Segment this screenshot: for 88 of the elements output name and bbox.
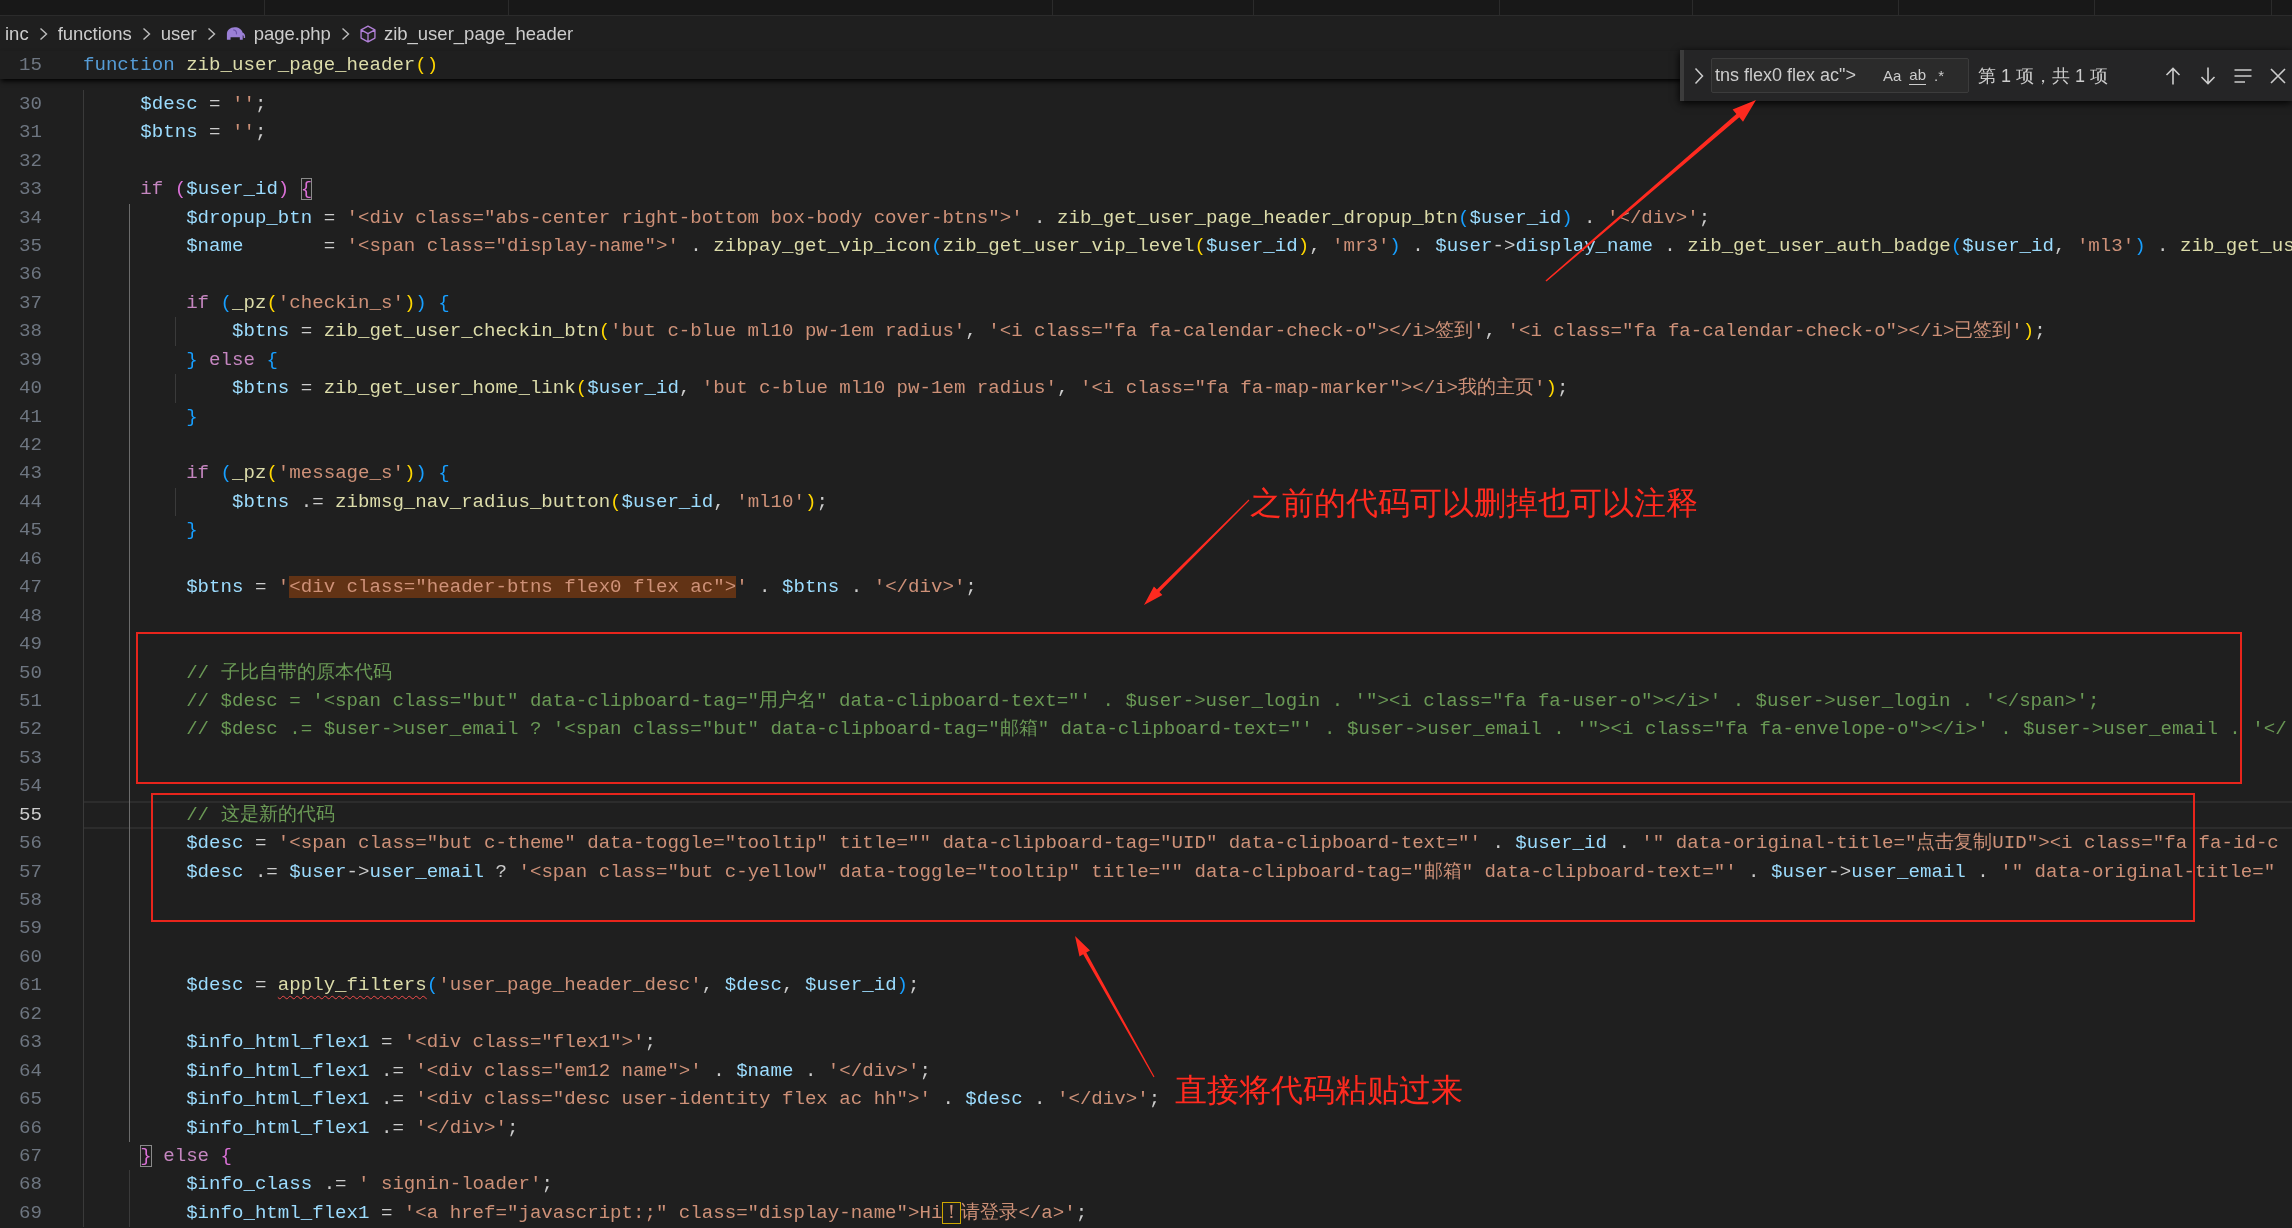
code-line: $desc = ''; — [140, 92, 267, 115]
line-number: 41 — [19, 405, 42, 428]
code-line: $info_html_flex1 .= '<div class="em12 name">' . $name . '</div>'; — [186, 1059, 931, 1082]
line-number: 64 — [19, 1059, 42, 1082]
line-number: 47 — [19, 576, 42, 599]
line-number: 39 — [19, 348, 42, 371]
chevron-right-icon[interactable] — [1694, 66, 1704, 85]
line-number: 69 — [19, 1201, 42, 1224]
code-line: $info_html_flex1 .= '</div>'; — [186, 1116, 519, 1139]
line-number: 57 — [19, 860, 42, 883]
line-number: 67 — [19, 1145, 42, 1167]
line-number: 36 — [19, 263, 42, 286]
line-number: 48 — [19, 604, 42, 627]
code-line: $info_class .= ' signin-loader'; — [186, 1173, 553, 1196]
line-number: 45 — [19, 519, 42, 542]
line-number: 61 — [19, 974, 42, 997]
line-number: 56 — [19, 832, 42, 855]
line-number: 62 — [19, 1002, 42, 1025]
match-count: 第 1 项，共 1 项 — [1978, 64, 2109, 88]
cube-icon — [359, 24, 376, 43]
line-number: 60 — [19, 945, 42, 968]
breadcrumb-item[interactable]: user — [160, 22, 197, 45]
code-line: if (_pz('checkin_s')) { — [186, 291, 450, 314]
line-number: 44 — [19, 490, 42, 513]
breadcrumb-item[interactable]: page.php — [253, 22, 331, 45]
close-icon[interactable] — [2268, 65, 2288, 86]
code-line: } else { — [140, 1145, 233, 1167]
line-number: 54 — [19, 775, 42, 798]
code-line: $desc = '<span class="but c-theme" data-toggle="tooltip" title="" data-clipboard-tag="UID" data-clipboard-text="' . $user_id . '" data-original-title="点击复制UID"><i class="fa fa-id-c — [186, 832, 2279, 855]
breadcrumb-item[interactable]: functions — [57, 22, 132, 45]
find-option-toggle[interactable]: ab — [1909, 66, 1927, 85]
line-number: 46 — [19, 547, 42, 570]
line-number: 65 — [19, 1088, 42, 1111]
line-number: 34 — [19, 206, 42, 229]
line-number: 15 — [19, 54, 42, 76]
line-number: 52 — [19, 718, 42, 741]
line-number: 40 — [19, 377, 42, 400]
code-line: $btns = zib_get_user_checkin_btn('but c-blue ml10 pw-1em radius', '<i class="fa fa-calendar-check-o"></i>签到', '<i class="fa fa-calendar-check-o"></i>已签到'); — [231, 320, 2046, 343]
line-number: 49 — [19, 633, 42, 656]
line-number: 50 — [19, 661, 42, 684]
code-line: $btns = ''; — [140, 121, 267, 144]
code-line: } — [186, 405, 198, 428]
code-line: $info_html_flex1 = '<div class="flex1">'; — [186, 1031, 656, 1054]
line-number: 30 — [19, 92, 42, 115]
line-number: 42 — [19, 434, 42, 457]
find-option-toggle[interactable]: Aa — [1883, 66, 1902, 85]
line-number: 53 — [19, 746, 42, 769]
arrow-up-icon[interactable] — [2163, 65, 2183, 86]
line-number: 33 — [19, 178, 42, 201]
chevron-right-icon — [206, 26, 216, 41]
line-number: 68 — [19, 1173, 42, 1196]
chevron-right-icon — [38, 26, 48, 41]
line-number: 35 — [19, 235, 42, 257]
code-line: // $desc = '<span class="but" data-clipboard-tag="用户名" data-clipboard-text="' . $user->user_login . '"><i class="fa fa-user-o"></i>' . $user->user_login . '</span>'; — [186, 690, 2100, 712]
find-option-toggle[interactable]: .* — [1934, 66, 1945, 85]
chevron-right-icon — [141, 26, 151, 41]
line-number: 51 — [19, 690, 42, 712]
code-line: $info_html_flex1 .= '<div class="desc user-identity flex ac hh">' . $desc . '</div>'; — [186, 1088, 1161, 1111]
code-line: // 这是新的代码 — [186, 803, 335, 826]
code-line: function zib_user_page_header() — [83, 54, 439, 76]
code-line: $btns .= zibmsg_nav_radius_button($user_id, 'ml10'); — [231, 490, 828, 513]
code-line: } else { — [186, 348, 278, 371]
line-number: 55 — [19, 803, 42, 826]
line-number: 31 — [19, 121, 42, 144]
line-number: 63 — [19, 1031, 42, 1054]
code-line: if ($user_id) { — [140, 178, 313, 201]
line-number: 37 — [19, 291, 42, 314]
arrow-down-icon[interactable] — [2198, 65, 2218, 86]
code-line: $btns = zib_get_user_home_link($user_id, 'but c-blue ml10 pw-1em radius', '<i class="fa fa-map-marker"></i>我的主页'); — [231, 377, 1569, 400]
chevron-right-icon — [340, 26, 350, 41]
code-line: $info_html_flex1 = '<a href="javascript:;" class="display-name">Hi！请登录</a>'; — [186, 1201, 1088, 1224]
code-line: if (_pz('message_s')) { — [186, 462, 450, 485]
line-number: 59 — [19, 917, 42, 940]
breadcrumb-item[interactable]: inc — [5, 22, 29, 45]
line-number: 66 — [19, 1116, 42, 1139]
breadcrumb-item[interactable]: zib_user_page_header — [383, 22, 574, 45]
line-number: 58 — [19, 889, 42, 912]
line-number: 32 — [19, 149, 42, 172]
code-line: $desc = apply_filters('user_page_header_desc', $desc, $user_id); — [186, 974, 920, 997]
code-line: // 子比自带的原本代码 — [186, 661, 392, 684]
annotation-note: 之前的代码可以删掉也可以注释 — [1250, 485, 1698, 521]
annotation-note: 直接将代码粘贴过来 — [1175, 1072, 1463, 1108]
code-line: } — [186, 519, 198, 542]
elephant-icon — [225, 26, 246, 41]
find-input[interactable]: tns flex0 flex ac"> Aa ab .* — [1711, 58, 1969, 93]
code-line: // $desc .= $user->user_email ? '<span class="but" data-clipboard-tag="邮箱" data-clipboard-text="' . $user->user_email . '"><i class="fa fa-envelope-o"></i>' . $user->user_email . '</ — [186, 718, 2287, 741]
line-number: 38 — [19, 320, 42, 343]
line-number: 43 — [19, 462, 42, 485]
